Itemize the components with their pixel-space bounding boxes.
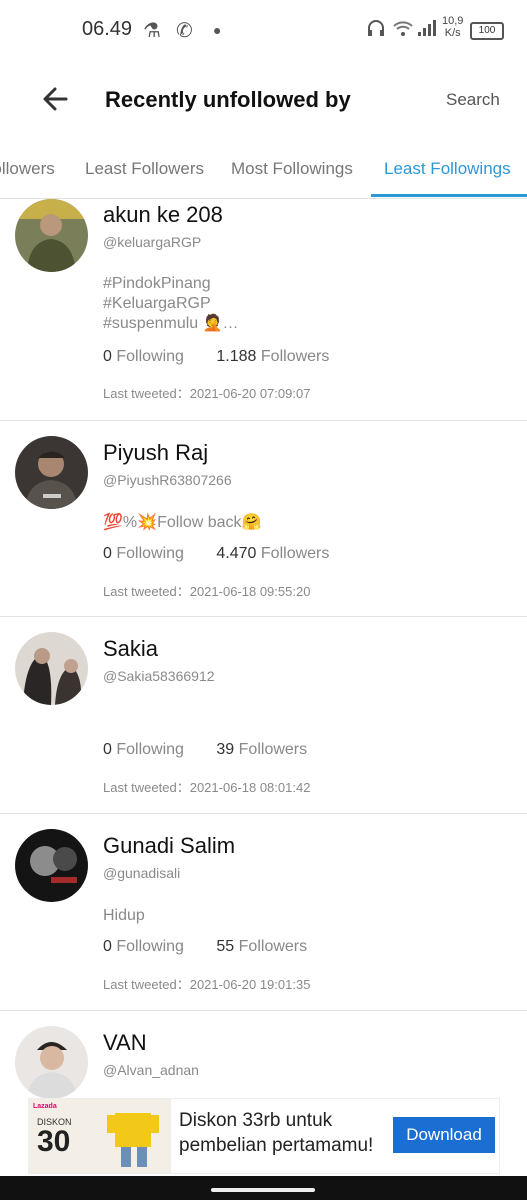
tab-followers[interactable]: Followers: [0, 159, 55, 179]
user-stats: 0 Following 4.470 Followers: [103, 545, 329, 563]
last-tweeted: Last tweeted：2021-06-20 07:09:07: [103, 386, 311, 401]
ad-promo-value: 30: [37, 1125, 71, 1158]
following-label: Following: [116, 348, 184, 365]
followers-label: Followers: [238, 938, 308, 955]
user-card[interactable]: Sakia @Sakia58366912 0 Following 39 Foll…: [0, 617, 527, 814]
battery-icon: 100: [470, 22, 504, 40]
user-card[interactable]: Gunadi Salim @gunadisali Hidup 0 Followi…: [0, 814, 527, 1011]
avatar[interactable]: [15, 829, 88, 902]
wifi-icon: [392, 18, 414, 44]
following-count: 0: [103, 741, 112, 758]
following-label: Following: [116, 741, 184, 758]
following-count: 0: [103, 938, 112, 955]
tab-least-followers[interactable]: Least Followers: [85, 159, 204, 179]
followers-label: Followers: [260, 545, 330, 562]
followers-count: 4.470: [216, 545, 257, 562]
whatsapp-icon: ✆: [176, 20, 193, 42]
user-handle: @gunadisali: [103, 865, 181, 881]
user-handle: @PiyushR63807266: [103, 472, 232, 488]
avatar[interactable]: [15, 1026, 88, 1099]
user-name: VAN: [103, 1030, 147, 1055]
user-stats: 0 Following 1.188 Followers: [103, 348, 329, 366]
avatar[interactable]: [15, 199, 88, 272]
signal-icon: [416, 18, 436, 44]
bio-line: 💯%💥Follow back🤗: [103, 514, 262, 531]
status-bar: 06.49 ⚗ ✆ ● 10,9 K/s 100: [0, 0, 527, 60]
bio-line: #suspenmulu 🤦…: [103, 315, 239, 332]
following-count: 0: [103, 348, 112, 365]
network-speed: 10,9 K/s: [442, 15, 464, 39]
avatar[interactable]: [15, 436, 88, 509]
user-bio: 💯%💥Follow back🤗: [103, 513, 403, 533]
system-nav-bar: [0, 1176, 527, 1200]
tab-bar: Followers Least Followers Most Following…: [0, 140, 527, 199]
user-stats: 0 Following 55 Followers: [103, 938, 307, 956]
user-handle: @Sakia58366912: [103, 668, 215, 684]
user-card[interactable]: VAN @Alvan_adnan: [0, 1011, 527, 1111]
user-name: Gunadi Salim: [103, 833, 236, 858]
user-handle: @keluargaRGP: [103, 234, 202, 250]
followers-label: Followers: [260, 348, 330, 365]
ad-download-button[interactable]: Download: [393, 1117, 495, 1153]
followers-count: 39: [216, 741, 235, 758]
user-name: akun ke 208: [103, 202, 223, 227]
page-title: Recently unfollowed by: [105, 87, 351, 112]
user-name: Piyush Raj: [103, 440, 209, 465]
status-time: 06.49: [82, 18, 133, 40]
flask-icon: ⚗: [143, 20, 161, 42]
headphones-icon: [366, 18, 386, 44]
ad-brand: Lazada: [33, 1103, 57, 1110]
avatar[interactable]: [15, 632, 88, 705]
user-card[interactable]: Piyush Raj @PiyushR63807266 💯%💥Follow ba…: [0, 421, 527, 617]
bio-line: Hidup: [103, 907, 145, 924]
last-tweeted: Last tweeted：2021-06-18 08:01:42: [103, 780, 311, 795]
active-tab-indicator: [371, 194, 527, 197]
followers-count: 55: [216, 938, 235, 955]
user-name: Sakia: [103, 636, 159, 661]
last-tweeted: Last tweeted：2021-06-20 19:01:35: [103, 977, 311, 992]
last-tweeted: Last tweeted：2021-06-18 09:55:20: [103, 584, 311, 599]
app-bar: Recently unfollowed by Search: [0, 60, 527, 140]
following-label: Following: [116, 938, 184, 955]
followers-label: Followers: [238, 741, 308, 758]
ad-text: Diskon 33rb untuk pembelian pertamamu!: [179, 1110, 374, 1156]
tab-least-followings[interactable]: Least Followings: [384, 159, 511, 179]
user-bio: Hidup: [103, 906, 403, 926]
dot-icon: ●: [213, 22, 222, 38]
ad-image[interactable]: Lazada DISKON 30: [29, 1099, 171, 1173]
search-button[interactable]: Search: [446, 90, 500, 110]
ad-banner[interactable]: Lazada DISKON 30 Diskon 33rb untuk pembe…: [28, 1098, 500, 1174]
user-bio: #PindokPinang #KeluargaRGP #suspenmulu 🤦…: [103, 274, 403, 334]
user-card[interactable]: akun ke 208 @keluargaRGP #PindokPinang #…: [0, 198, 527, 421]
bio-line: #PindokPinang: [103, 275, 211, 292]
following-count: 0: [103, 545, 112, 562]
following-label: Following: [116, 545, 184, 562]
ad-product-image: [107, 1113, 159, 1167]
home-gesture-pill[interactable]: [211, 1188, 315, 1192]
user-stats: 0 Following 39 Followers: [103, 741, 307, 759]
followers-count: 1.188: [216, 348, 257, 365]
tab-most-followings[interactable]: Most Followings: [231, 159, 353, 179]
back-arrow-icon[interactable]: [38, 82, 72, 116]
user-handle: @Alvan_adnan: [103, 1062, 199, 1078]
bio-line: #KeluargaRGP: [103, 295, 211, 312]
user-list: akun ke 208 @keluargaRGP #PindokPinang #…: [0, 198, 527, 1111]
